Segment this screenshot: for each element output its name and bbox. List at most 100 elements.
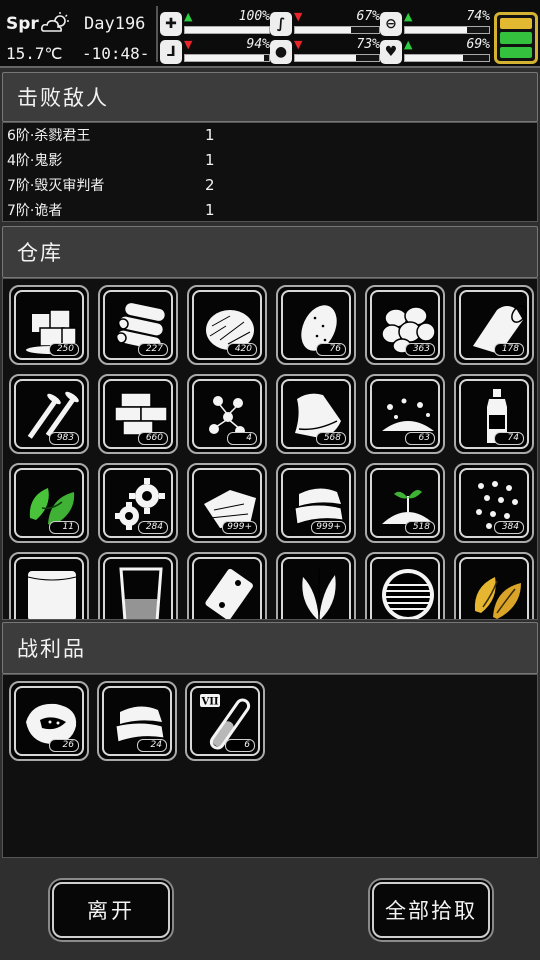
loot-title: 战利品 bbox=[17, 637, 86, 661]
item-quantity: 76 bbox=[316, 343, 346, 356]
stat-meter[interactable]: ● ▼ 73% bbox=[270, 37, 380, 66]
slot-frame bbox=[192, 557, 262, 619]
enemy-count: 1 bbox=[205, 151, 215, 169]
enemy-name: 4阶·鬼影 bbox=[7, 153, 63, 169]
slot-frame bbox=[459, 557, 529, 619]
item-quantity: 11 bbox=[49, 521, 79, 534]
stat-bar-fill bbox=[295, 55, 357, 61]
inventory-slot[interactable]: 178 bbox=[454, 285, 534, 365]
inventory-slot[interactable] bbox=[187, 552, 267, 619]
defeated-title: 击败敌人 bbox=[17, 86, 109, 110]
item-quantity: 568 bbox=[316, 432, 346, 445]
inventory-slot[interactable]: 284 bbox=[98, 463, 178, 543]
slot-frame bbox=[103, 557, 173, 619]
inventory-slot[interactable]: 11 bbox=[9, 463, 89, 543]
inventory-slot[interactable]: 384 bbox=[454, 463, 534, 543]
slot-frame: 24 bbox=[102, 686, 172, 756]
inventory-slot[interactable] bbox=[454, 552, 534, 619]
svg-text:VII: VII bbox=[200, 697, 218, 708]
battery-gauge[interactable] bbox=[494, 12, 538, 64]
inventory-slot[interactable]: 983 bbox=[9, 374, 89, 454]
leave-button[interactable]: 离开 bbox=[52, 882, 170, 938]
slot-frame: 384 bbox=[459, 468, 529, 538]
status-bar: Spr 15.7℃ Day196 -10:48- ✚ ▲ 100% ∫ ▼ 67% ⊖ ▲ 74… bbox=[0, 0, 540, 68]
stat-percent: 100% bbox=[238, 9, 270, 24]
stat-bar-fill bbox=[185, 27, 269, 33]
item-quantity: 999+ bbox=[222, 521, 257, 534]
inventory-slot[interactable]: 999+ bbox=[187, 463, 267, 543]
item-quantity: 384 bbox=[494, 521, 524, 534]
take-all-button[interactable]: 全部拾取 bbox=[372, 882, 490, 938]
slot-frame: 420 bbox=[192, 290, 262, 360]
inventory-slot[interactable]: 363 bbox=[365, 285, 445, 365]
inventory-slot[interactable]: 518 bbox=[365, 463, 445, 543]
storage-header: 仓库 bbox=[2, 226, 538, 278]
beaker-icon bbox=[119, 567, 163, 619]
slot-frame: 999+ bbox=[281, 468, 351, 538]
slot-frame: 518 bbox=[370, 468, 440, 538]
inventory-slot[interactable]: 76 bbox=[276, 285, 356, 365]
item-quantity: 363 bbox=[405, 343, 435, 356]
inventory-slot[interactable] bbox=[98, 552, 178, 619]
slot-frame bbox=[370, 557, 440, 619]
slot-frame: 999+ bbox=[192, 468, 262, 538]
leg-icon: ⅃ bbox=[160, 40, 182, 64]
trend-arrow-icon: ▼ bbox=[294, 10, 303, 23]
temperature-readout: 15.7℃ bbox=[6, 44, 63, 63]
battery-segment bbox=[500, 32, 532, 44]
stat-percent: 73% bbox=[356, 37, 380, 52]
item-quantity: 250 bbox=[49, 343, 79, 356]
enemy-count: 1 bbox=[205, 201, 215, 219]
inventory-slot[interactable] bbox=[9, 552, 89, 619]
slot-frame: 26 bbox=[14, 686, 84, 756]
enemy-row: 7阶·毁灭审判者 2 bbox=[7, 173, 215, 197]
stat-meter[interactable]: ∫ ▼ 67% bbox=[270, 9, 380, 38]
slot-frame bbox=[281, 557, 351, 619]
sack-icon bbox=[27, 571, 77, 619]
item-quantity: 63 bbox=[405, 432, 435, 445]
inventory-slot[interactable]: 568 bbox=[276, 374, 356, 454]
stat-bar bbox=[184, 26, 270, 34]
inventory-slot[interactable]: 250 bbox=[9, 285, 89, 365]
stat-percent: 67% bbox=[356, 9, 380, 24]
item-quantity: 26 bbox=[49, 739, 79, 752]
grill-icon bbox=[382, 569, 434, 619]
inventory-slot[interactable]: VII 6 bbox=[185, 681, 265, 761]
status-divider bbox=[156, 6, 158, 62]
stat-meter[interactable]: ♥ ▲ 69% bbox=[380, 37, 490, 66]
inventory-slot[interactable]: 660 bbox=[98, 374, 178, 454]
enemy-row: 7阶·诡者 1 bbox=[7, 198, 215, 222]
slot-frame: 76 bbox=[281, 290, 351, 360]
inventory-slot[interactable]: 420 bbox=[187, 285, 267, 365]
item-quantity: 227 bbox=[138, 343, 168, 356]
inventory-slot[interactable]: 227 bbox=[98, 285, 178, 365]
inventory-slot[interactable]: 74 bbox=[454, 374, 534, 454]
inventory-slot[interactable]: 4 bbox=[187, 374, 267, 454]
stat-meter[interactable]: ⊖ ▲ 74% bbox=[380, 9, 490, 38]
slot-frame: 284 bbox=[103, 468, 173, 538]
enemy-row: 6阶·杀戮君王 1 bbox=[7, 123, 215, 147]
slot-frame: 363 bbox=[370, 290, 440, 360]
loot-grid[interactable]: 26 24 VII 6 bbox=[2, 674, 538, 858]
enemy-count: 2 bbox=[205, 176, 215, 194]
inventory-slot[interactable]: 63 bbox=[365, 374, 445, 454]
stat-meter[interactable]: ✚ ▲ 100% bbox=[160, 9, 270, 38]
enemy-name: 7阶·诡者 bbox=[7, 203, 63, 219]
partly-cloudy-icon bbox=[40, 12, 69, 32]
storage-grid[interactable]: 250 227 420 76 363 178 983 660 4 568 63 74 11 284 999+… bbox=[2, 278, 538, 620]
stat-percent: 94% bbox=[246, 37, 270, 52]
item-quantity: 518 bbox=[405, 521, 435, 534]
inventory-slot[interactable]: 24 bbox=[97, 681, 177, 761]
slot-frame: 568 bbox=[281, 379, 351, 449]
stat-meter[interactable]: ⅃ ▼ 94% bbox=[160, 37, 270, 66]
item-quantity: 420 bbox=[227, 343, 257, 356]
stat-percent: 74% bbox=[466, 9, 490, 24]
inventory-slot[interactable]: 999+ bbox=[276, 463, 356, 543]
stat-bar bbox=[294, 26, 380, 34]
item-quantity: 4 bbox=[227, 432, 257, 445]
inventory-slot[interactable]: 26 bbox=[9, 681, 89, 761]
inventory-slot[interactable] bbox=[365, 552, 445, 619]
inventory-slot[interactable] bbox=[276, 552, 356, 619]
health-icon: ✚ bbox=[160, 12, 182, 36]
trend-arrow-icon: ▲ bbox=[184, 10, 193, 23]
